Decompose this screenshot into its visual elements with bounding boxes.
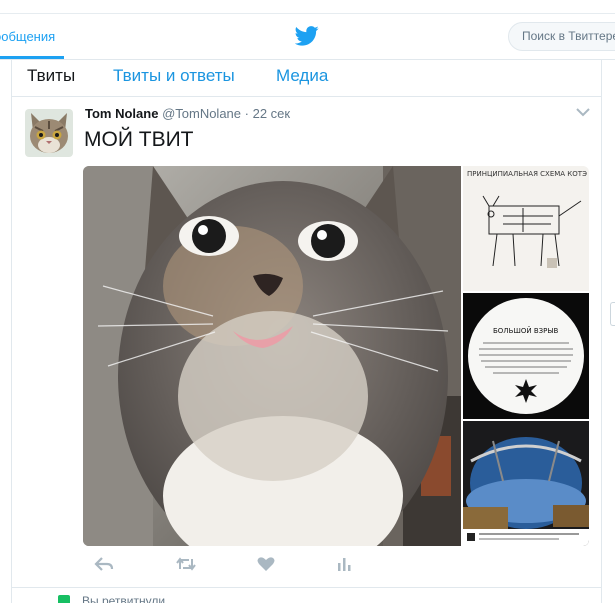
schematic-caption: ПРИНЦИПИАЛЬНАЯ СХЕМА КОТЭ: [467, 170, 587, 178]
browser-top-strip: [0, 0, 615, 14]
next-tweet-context: Вы ретвитнули: [12, 587, 601, 603]
tweet-separator: ·: [244, 106, 249, 121]
retweeted-label: Вы ретвитнули: [82, 594, 166, 603]
media-photo-big-bang[interactable]: БОЛЬШОЙ ВЗРЫВ: [463, 293, 589, 419]
tweet-header: Tom Nolane @TomNolane · 22 сек: [85, 106, 290, 121]
timeline-border-right: [601, 60, 602, 603]
tab-media[interactable]: Медиа: [276, 66, 328, 86]
tweet-timestamp[interactable]: 22 сек: [253, 106, 291, 121]
tweet-media-grid: ПРИНЦИПИАЛЬНАЯ СХЕМА КОТЭ БОЛЬШОЙ ВЗРЫВ: [83, 166, 589, 546]
retweet-icon[interactable]: [176, 555, 196, 573]
avatar[interactable]: [25, 109, 73, 157]
search-input[interactable]: Поиск в Твиттере: [508, 22, 615, 51]
tweet-actions: [84, 555, 384, 575]
like-icon[interactable]: [256, 555, 276, 573]
tweet-fullname[interactable]: Tom Nolane: [85, 106, 158, 121]
tweet-username[interactable]: @TomNolane: [162, 106, 241, 121]
reply-icon[interactable]: [94, 555, 114, 573]
chevron-down-icon[interactable]: [576, 107, 590, 117]
tab-tweets-and-replies[interactable]: Твиты и ответы: [113, 66, 235, 86]
big-bang-caption: БОЛЬШОЙ ВЗРЫВ: [493, 326, 559, 335]
space-window-image-icon: [463, 421, 589, 546]
media-photo-space-window[interactable]: [463, 421, 589, 546]
nav-messages-link[interactable]: ообщения: [0, 29, 55, 44]
tweet[interactable]: Tom Nolane @TomNolane · 22 сек МОЙ ТВИТ: [12, 97, 601, 587]
profile-tabs: Твиты Твиты и ответы Медиа: [12, 60, 601, 97]
scroll-indicator[interactable]: [610, 302, 615, 326]
media-photo-schematic[interactable]: ПРИНЦИПИАЛЬНАЯ СХЕМА КОТЭ: [463, 166, 589, 291]
media-photo-main[interactable]: [83, 166, 461, 546]
top-navigation-bar: ообщения Поиск в Твиттере: [0, 14, 615, 60]
cat-avatar-icon: [25, 109, 73, 157]
nav-active-underline: [0, 56, 64, 59]
cat-photo-icon: [83, 166, 461, 546]
tab-tweets[interactable]: Твиты: [27, 66, 75, 86]
twitter-bird-icon[interactable]: [295, 25, 319, 47]
analytics-icon[interactable]: [334, 555, 354, 573]
retweet-context-icon: [58, 595, 70, 603]
cat-schematic-image-icon: ПРИНЦИПИАЛЬНАЯ СХЕМА КОТЭ: [463, 166, 589, 291]
tweet-text: МОЙ ТВИТ: [84, 128, 194, 151]
big-bang-image-icon: БОЛЬШОЙ ВЗРЫВ: [463, 293, 589, 419]
